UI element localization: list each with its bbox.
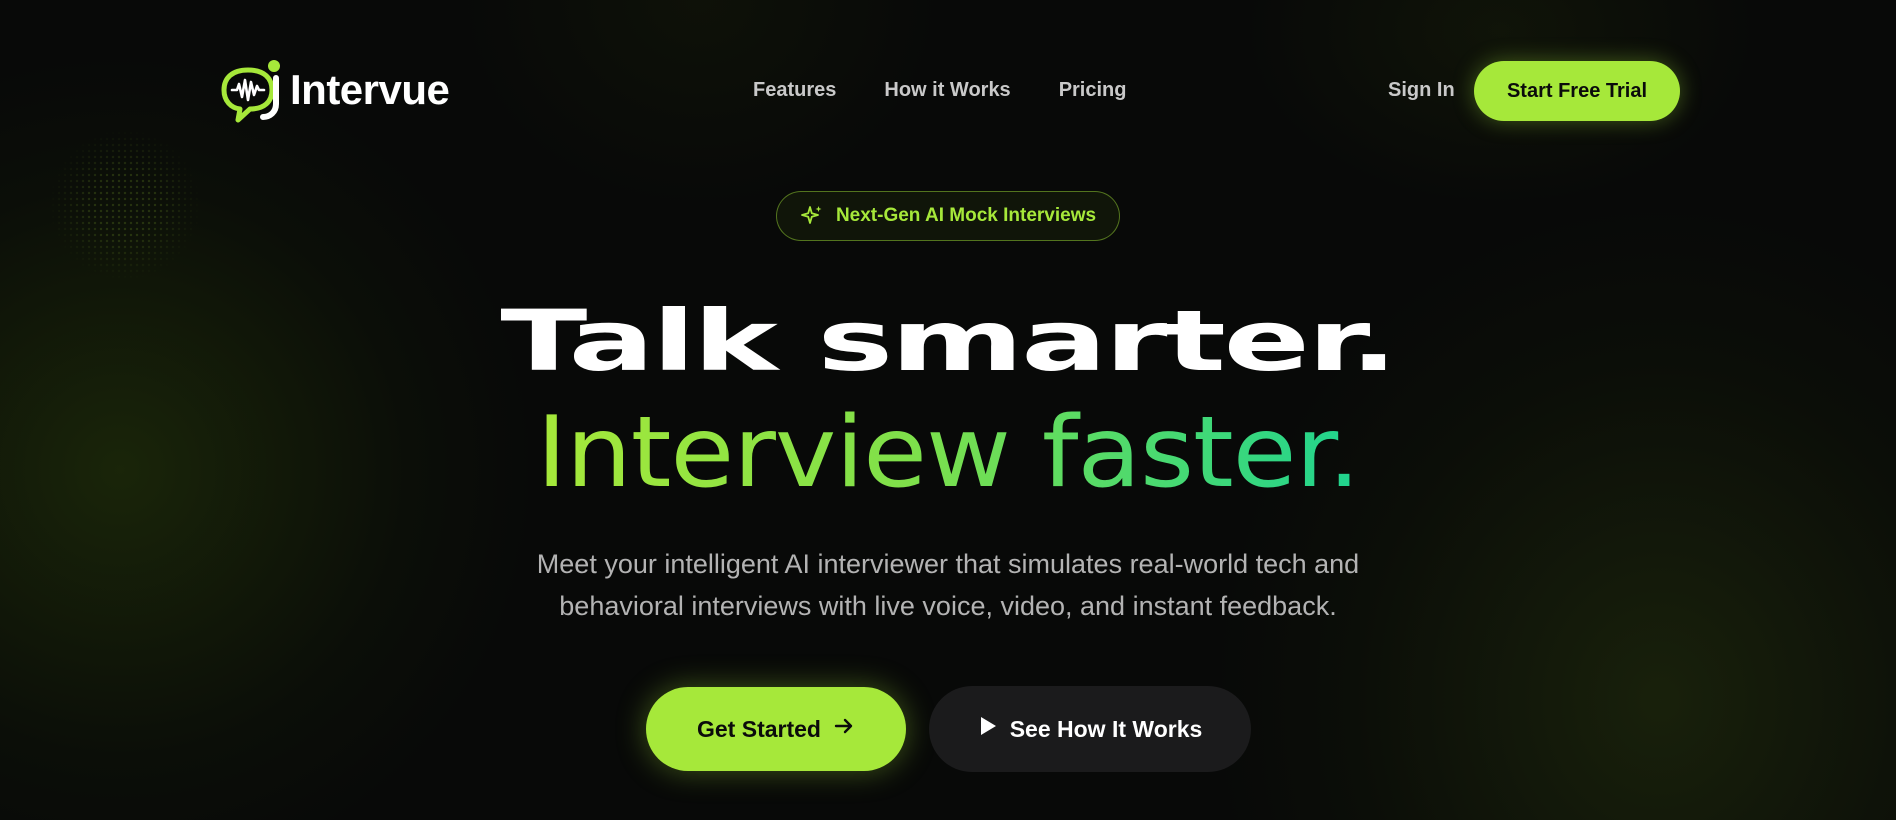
- headline-line-2: Interview faster.: [0, 398, 1896, 508]
- play-icon: [978, 715, 998, 743]
- arrow-right-icon: [833, 715, 855, 743]
- hero-subtitle: Meet your intelligent AI interviewer tha…: [0, 543, 1896, 627]
- sparkle-icon: [800, 204, 824, 228]
- logo[interactable]: Intervue: [218, 56, 450, 126]
- landing-page: Intervue Features How it Works Pricing S…: [0, 0, 1896, 820]
- chat-bubble-soundwave-icon: [218, 56, 292, 126]
- nav-features[interactable]: Features: [753, 79, 836, 102]
- hero-badge: Next-Gen AI Mock Interviews: [776, 191, 1120, 241]
- sign-in-link[interactable]: Sign In: [1388, 79, 1455, 102]
- nav-pricing[interactable]: Pricing: [1059, 79, 1127, 102]
- see-how-it-works-button[interactable]: See How It Works: [929, 686, 1251, 772]
- subtitle-line-2: behavioral interviews with live voice, v…: [559, 591, 1337, 621]
- headline-line-1: Talk smarter.: [500, 292, 1398, 391]
- see-how-it-works-label: See How It Works: [1009, 715, 1203, 742]
- get-started-label: Get Started: [697, 715, 821, 742]
- get-started-button[interactable]: Get Started: [646, 687, 906, 771]
- badge-text: Next-Gen AI Mock Interviews: [835, 205, 1097, 226]
- site-header: Intervue Features How it Works Pricing S…: [0, 0, 1896, 180]
- subtitle-line-1: Meet your intelligent AI interviewer tha…: [536, 549, 1360, 579]
- start-free-trial-button[interactable]: Start Free Trial: [1474, 61, 1680, 121]
- nav-how-it-works[interactable]: How it Works: [884, 79, 1010, 102]
- main-nav: Features How it Works Pricing: [753, 79, 1126, 102]
- headline-gradient-text: Interview faster.: [536, 396, 1360, 510]
- brand-name: Intervue: [290, 66, 450, 113]
